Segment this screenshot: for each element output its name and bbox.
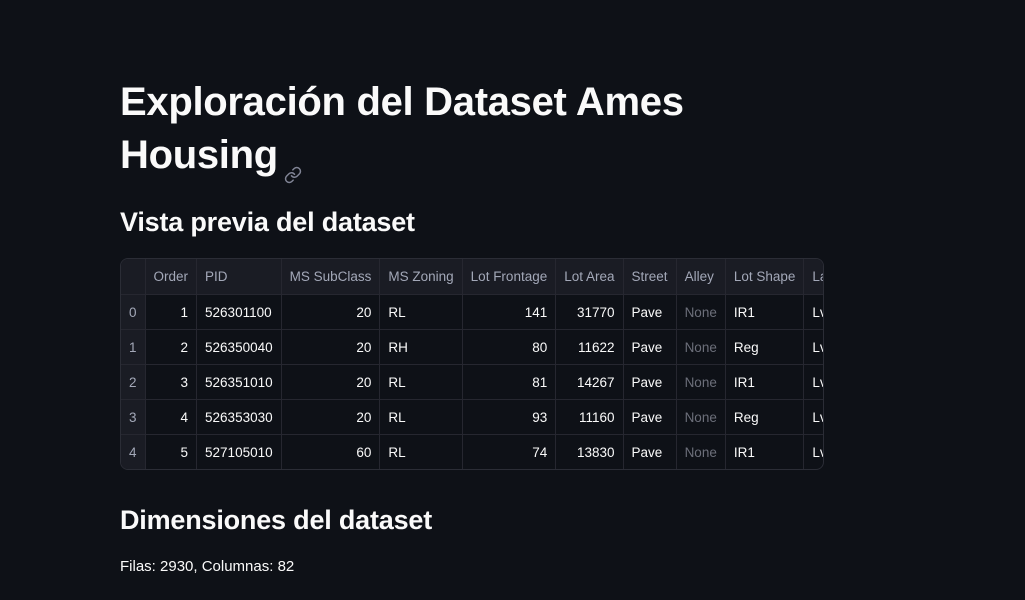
table-cell[interactable]: 20 xyxy=(281,329,381,365)
dimensions-heading: Dimensiones del dataset xyxy=(120,505,433,535)
row-index[interactable]: 0 xyxy=(121,294,146,330)
table-cell[interactable]: Lvl xyxy=(803,294,823,330)
table-cell[interactable]: 20 xyxy=(281,294,381,330)
table-cell[interactable]: 5 xyxy=(145,434,198,469)
table-cell[interactable]: RL xyxy=(379,294,463,330)
column-header[interactable]: Lot Shape xyxy=(725,259,805,295)
table-cell[interactable]: 80 xyxy=(462,329,557,365)
table-row: 3 4 526353030 20 RL 93 11160 Pave None R… xyxy=(121,399,823,435)
table-cell[interactable]: 20 xyxy=(281,364,381,400)
table-cell[interactable]: 526351010 xyxy=(196,364,282,400)
table-cell[interactable]: Pave xyxy=(623,364,677,400)
column-header[interactable]: MS Zoning xyxy=(379,259,463,295)
table-cell[interactable]: 2 xyxy=(145,329,198,365)
table-cell[interactable]: Pave xyxy=(623,434,677,469)
table-cell[interactable]: Pave xyxy=(623,329,677,365)
column-header[interactable]: Lot Frontage xyxy=(462,259,557,295)
table-cell[interactable]: 1 xyxy=(145,294,198,330)
table-cell[interactable]: 81 xyxy=(462,364,557,400)
table-cell[interactable]: 31770 xyxy=(555,294,624,330)
link-icon[interactable] xyxy=(284,145,302,184)
table-cell[interactable]: 93 xyxy=(462,399,557,435)
table-cell[interactable]: Lvl xyxy=(803,329,823,365)
table-cell[interactable]: 74 xyxy=(462,434,557,469)
column-header[interactable]: Lot Area xyxy=(555,259,624,295)
table-cell[interactable]: 526353030 xyxy=(196,399,282,435)
table-cell[interactable]: None xyxy=(676,329,726,365)
table-row: 0 1 526301100 20 RL 141 31770 Pave None … xyxy=(121,294,823,330)
table-row: 2 3 526351010 20 RL 81 14267 Pave None I… xyxy=(121,364,823,400)
page-title: Exploración del Dataset Ames Housing xyxy=(120,76,824,184)
table-cell[interactable]: RL xyxy=(379,434,463,469)
row-index[interactable]: 2 xyxy=(121,364,146,400)
table-cell[interactable]: 13830 xyxy=(555,434,624,469)
table-cell[interactable]: 4 xyxy=(145,399,198,435)
row-index[interactable]: 1 xyxy=(121,329,146,365)
table-cell[interactable]: 141 xyxy=(462,294,557,330)
preview-heading: Vista previa del dataset xyxy=(120,207,415,237)
table-cell[interactable]: 11160 xyxy=(555,399,624,435)
table-cell[interactable]: 3 xyxy=(145,364,198,400)
table-cell[interactable]: 526301100 xyxy=(196,294,282,330)
table-cell[interactable]: None xyxy=(676,399,726,435)
table-cell[interactable]: Pave xyxy=(623,399,677,435)
table-cell[interactable]: 20 xyxy=(281,399,381,435)
table-cell[interactable]: 526350040 xyxy=(196,329,282,365)
table-cell[interactable]: None xyxy=(676,294,726,330)
column-header[interactable]: Street xyxy=(623,259,677,295)
table-cell[interactable]: IR1 xyxy=(725,364,805,400)
column-header[interactable]: PID xyxy=(196,259,282,295)
dimensions-text: Filas: 2930, Columnas: 82 xyxy=(120,558,295,575)
column-header[interactable]: MS SubClass xyxy=(281,259,381,295)
table-cell[interactable]: RL xyxy=(379,399,463,435)
table-row: 4 5 527105010 60 RL 74 13830 Pave None I… xyxy=(121,434,823,469)
page-title-text: Exploración del Dataset Ames Housing xyxy=(120,80,684,177)
table-cell[interactable]: IR1 xyxy=(725,294,805,330)
table-cell[interactable]: IR1 xyxy=(725,434,805,469)
table-cell[interactable]: None xyxy=(676,364,726,400)
table-cell[interactable]: None xyxy=(676,434,726,469)
column-header[interactable]: Order xyxy=(145,259,198,295)
table-cell[interactable]: RH xyxy=(379,329,463,365)
table-cell[interactable]: RL xyxy=(379,364,463,400)
table-header-row: Order PID MS SubClass MS Zoning Lot Fron… xyxy=(121,259,823,295)
column-header[interactable]: Land Contour xyxy=(803,259,823,295)
table-cell[interactable]: Lvl xyxy=(803,434,823,469)
table-cell[interactable]: Lvl xyxy=(803,399,823,435)
row-index[interactable]: 4 xyxy=(121,434,146,469)
column-header[interactable]: Alley xyxy=(676,259,726,295)
column-header-index[interactable] xyxy=(121,259,146,295)
table-cell[interactable]: 14267 xyxy=(555,364,624,400)
table-cell[interactable]: Pave xyxy=(623,294,677,330)
row-index[interactable]: 3 xyxy=(121,399,146,435)
table-cell[interactable]: 11622 xyxy=(555,329,624,365)
dataframe-table[interactable]: Order PID MS SubClass MS Zoning Lot Fron… xyxy=(120,258,824,470)
table-row: 1 2 526350040 20 RH 80 11622 Pave None R… xyxy=(121,329,823,365)
table-cell[interactable]: 527105010 xyxy=(196,434,282,469)
table-cell[interactable]: Reg xyxy=(725,399,805,435)
table-cell[interactable]: Lvl xyxy=(803,364,823,400)
table-cell[interactable]: Reg xyxy=(725,329,805,365)
table-cell[interactable]: 60 xyxy=(281,434,381,469)
